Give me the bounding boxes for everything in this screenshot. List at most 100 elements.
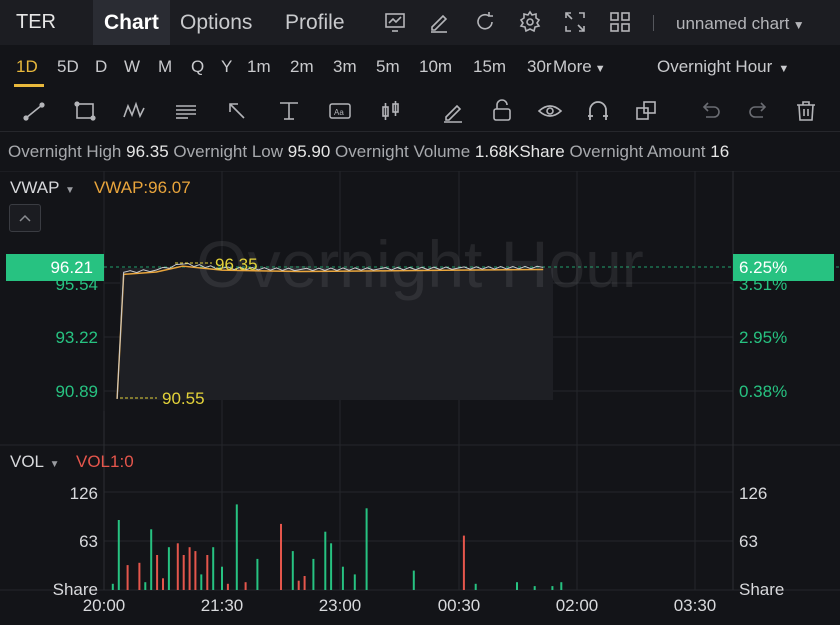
volume-bar xyxy=(138,562,141,590)
arrow-icon[interactable] xyxy=(224,98,250,124)
chart-name-select[interactable]: unnamed chart ▼ xyxy=(676,14,805,34)
volume-bar xyxy=(474,583,477,590)
volume-bar xyxy=(291,551,294,590)
volume-bar xyxy=(353,574,356,590)
magnet-icon[interactable] xyxy=(585,98,611,124)
period-5d[interactable]: 5D xyxy=(57,57,79,77)
volume-bar xyxy=(111,583,114,590)
volume-tick-label: 63 xyxy=(739,532,758,551)
dropdown-arrow-icon: ▼ xyxy=(591,63,606,75)
overnight-low-label: Overnight Low xyxy=(173,142,284,161)
layers-icon[interactable] xyxy=(633,98,659,124)
volume-bar xyxy=(533,586,536,590)
volume-bar xyxy=(312,558,315,590)
volume-bar xyxy=(126,565,129,590)
eye-icon[interactable] xyxy=(537,98,563,124)
tab-options[interactable]: Options xyxy=(180,11,252,35)
text-box-icon[interactable]: Aa xyxy=(327,98,353,124)
chart-area[interactable]: Overnight Hour 95.54 93.22 90.89 3.51% 2… xyxy=(0,171,840,625)
price-range-icon[interactable] xyxy=(276,98,302,124)
collapse-button[interactable] xyxy=(9,204,41,232)
volume-bar xyxy=(303,576,306,590)
volume-bar xyxy=(341,566,344,590)
active-period-underline xyxy=(14,84,44,87)
price-tick-label: 90.89 xyxy=(55,382,98,401)
fullscreen-icon[interactable] xyxy=(563,10,587,34)
price-volume-chart[interactable]: Overnight Hour 95.54 93.22 90.89 3.51% 2… xyxy=(0,171,840,625)
volume-bar xyxy=(206,555,209,590)
pattern-icon[interactable] xyxy=(121,98,147,124)
period-day[interactable]: D xyxy=(95,57,107,77)
period-30m[interactable]: 30r xyxy=(527,57,553,77)
vwap-value-label: VWAP:96.07 xyxy=(94,178,191,197)
tab-chart[interactable]: Chart xyxy=(104,11,159,35)
volume-bar xyxy=(330,543,333,590)
divider xyxy=(653,15,654,31)
overnight-volume-value: 1.68KShare xyxy=(474,142,565,161)
period-bar: 1D 5D D W M Q Y 1m 2m 3m 5m 10m 15m 30r … xyxy=(0,45,840,87)
chart-line-icon[interactable] xyxy=(383,10,407,34)
dropdown-arrow-icon: ▼ xyxy=(59,185,75,196)
lock-icon[interactable] xyxy=(489,98,515,124)
period-more-label: More xyxy=(553,57,592,76)
period-month[interactable]: M xyxy=(158,57,172,77)
dropdown-arrow-icon: ▼ xyxy=(789,18,805,32)
volume-bar xyxy=(324,531,327,590)
tab-profile[interactable]: Profile xyxy=(285,11,345,35)
session-label: Overnight Hour xyxy=(657,57,773,76)
overnight-amount-label: Overnight Amount xyxy=(569,142,706,161)
layout-grid-icon[interactable] xyxy=(608,10,632,34)
volume-bar xyxy=(162,578,164,590)
period-15m[interactable]: 15m xyxy=(473,57,506,77)
volume-indicator-select[interactable]: VOL ▼ xyxy=(10,452,60,472)
price-indicator-name: VWAP xyxy=(10,178,60,197)
time-tick-label: 00:30 xyxy=(438,596,481,615)
volume-bar xyxy=(226,583,229,590)
volume-bar xyxy=(194,551,197,590)
overnight-high-label: Overnight High xyxy=(8,142,122,161)
chart-name-label: unnamed chart xyxy=(676,14,790,33)
volume-value-label: VOL1:0 xyxy=(76,452,134,471)
period-week[interactable]: W xyxy=(124,57,140,77)
period-3m[interactable]: 3m xyxy=(333,57,357,77)
dropdown-arrow-icon: ▼ xyxy=(44,459,60,470)
period-quarter[interactable]: Q xyxy=(191,57,204,77)
undo-icon[interactable] xyxy=(697,98,723,124)
trash-icon[interactable] xyxy=(793,98,819,124)
rectangle-icon[interactable] xyxy=(72,98,98,124)
volume-bar xyxy=(117,520,120,590)
session-watermark: Overnight Hour xyxy=(196,227,644,301)
volume-bars xyxy=(111,504,563,590)
pct-tick-label: 0.38% xyxy=(739,382,787,401)
volume-bar xyxy=(167,547,170,590)
refresh-icon[interactable] xyxy=(473,10,497,34)
current-price-label: 96.21 xyxy=(50,258,93,277)
trend-line-icon[interactable] xyxy=(22,98,48,124)
period-more[interactable]: More ▼ xyxy=(553,57,606,77)
ticker-symbol[interactable]: TER xyxy=(16,11,56,34)
period-5m[interactable]: 5m xyxy=(376,57,400,77)
settings-icon[interactable] xyxy=(518,10,542,34)
volume-bar xyxy=(560,582,563,590)
redo-icon[interactable] xyxy=(746,98,772,124)
time-tick-label: 21:30 xyxy=(201,596,244,615)
volume-bar xyxy=(200,574,203,590)
dropdown-arrow-icon: ▼ xyxy=(772,63,790,75)
period-year[interactable]: Y xyxy=(221,57,232,77)
price-tick-label: 93.22 xyxy=(55,328,98,347)
volume-bar xyxy=(176,543,179,590)
time-tick-label: 23:00 xyxy=(319,596,362,615)
candle-icon[interactable] xyxy=(378,98,404,124)
edit-icon[interactable] xyxy=(427,10,451,34)
text-note-icon[interactable] xyxy=(173,98,199,124)
period-1d[interactable]: 1D xyxy=(16,57,38,77)
session-select[interactable]: Overnight Hour ▼ xyxy=(657,57,789,77)
volume-bar xyxy=(235,504,238,590)
price-indicator-select[interactable]: VWAP ▼ xyxy=(10,178,75,198)
period-1m[interactable]: 1m xyxy=(247,57,271,77)
pen-icon[interactable] xyxy=(440,98,466,124)
low-marker-label: 90.55 xyxy=(162,389,205,408)
period-10m[interactable]: 10m xyxy=(419,57,452,77)
volume-bar xyxy=(365,508,368,590)
period-2m[interactable]: 2m xyxy=(290,57,314,77)
